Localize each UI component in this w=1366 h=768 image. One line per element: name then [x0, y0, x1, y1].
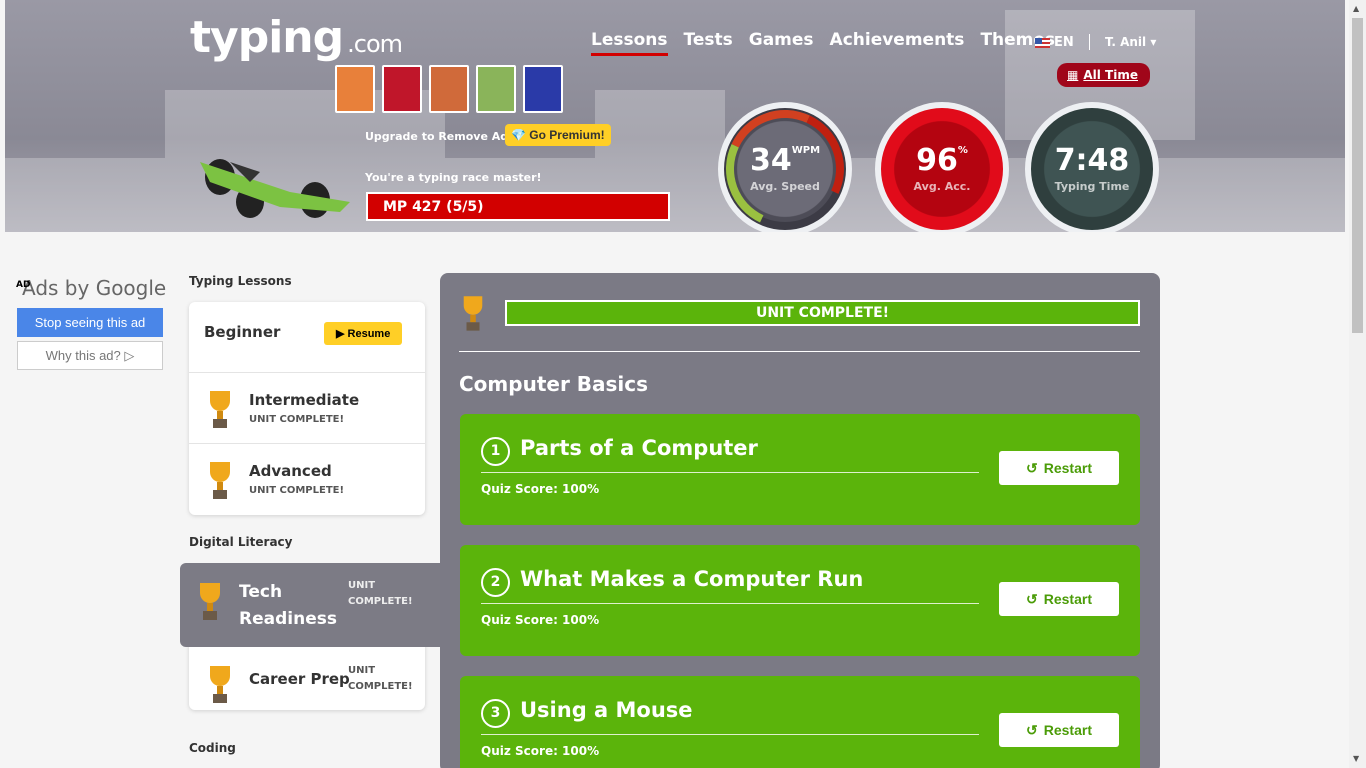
nav-tests[interactable]: Tests [684, 30, 733, 56]
typing-lessons-heading: Typing Lessons [189, 274, 292, 288]
speed-label: Avg. Speed [750, 179, 820, 193]
car-thumb-3[interactable] [429, 65, 469, 113]
advanced-item[interactable]: Advanced UNIT COMPLETE! [189, 444, 425, 515]
accuracy-gauge: 96% Avg. Acc. [875, 102, 1009, 232]
lesson-title: What Makes a Computer Run [520, 567, 864, 591]
trophy-icon [210, 666, 230, 703]
unit-title: Computer Basics [459, 372, 649, 396]
nav-games[interactable]: Games [749, 30, 814, 56]
speed-gauge: 34WPM Avg. Speed [709, 93, 861, 232]
lesson-number: 3 [481, 699, 510, 728]
lesson-title: Parts of a Computer [520, 436, 758, 460]
beginner-item[interactable]: Beginner ▶ Resume [189, 302, 425, 373]
why-ad-button[interactable]: Why this ad? ▷ [17, 341, 163, 370]
calendar-icon: ▦ [1067, 68, 1079, 82]
career-prep-item[interactable]: Career Prep UNIT COMPLETE! [189, 640, 425, 711]
user-menu[interactable]: T. Anil ▾ [1105, 35, 1156, 49]
car-thumb-4[interactable] [476, 65, 516, 113]
intermediate-item[interactable]: Intermediate UNIT COMPLETE! [189, 373, 425, 444]
trophy-icon [210, 462, 230, 499]
logo[interactable]: typing .com [190, 12, 403, 63]
history-icon: ↺ [1026, 590, 1038, 607]
car-selector [335, 65, 563, 113]
main-nav: Lessons Tests Games Achievements Themes [591, 30, 1055, 56]
digital-literacy-heading: Digital Literacy [189, 535, 293, 549]
trophy-icon [463, 296, 483, 331]
restart-button[interactable]: ↺ Restart [999, 713, 1119, 747]
coding-heading: Coding [189, 741, 236, 755]
language-selector[interactable]: EN [1035, 35, 1074, 50]
lesson-card: 3 Using a Mouse Quiz Score: 100% ↺ Restar… [460, 676, 1140, 768]
all-time-button[interactable]: ▦ All Time [1057, 63, 1150, 87]
mp-progress-bar: MP 427 (5/5) [366, 192, 670, 221]
lesson-number: 2 [481, 568, 510, 597]
nav-divider [1089, 34, 1090, 50]
page-scrollbar[interactable]: ▲ ▼ [1349, 0, 1366, 768]
car-thumb-5[interactable] [523, 65, 563, 113]
typing-lessons-card: Beginner ▶ Resume Intermediate UNIT COMP… [189, 302, 425, 515]
quiz-score: Quiz Score: 100% [481, 613, 600, 627]
history-icon: ↺ [1026, 721, 1038, 738]
restart-button[interactable]: ↺ Restart [999, 582, 1119, 616]
ad-title: Ads by Google [22, 276, 167, 300]
ad-tag: AD [16, 280, 31, 290]
trophy-icon [200, 583, 220, 620]
scroll-thumb[interactable] [1352, 18, 1363, 333]
nav-achievements[interactable]: Achievements [830, 30, 965, 56]
lesson-title: Using a Mouse [520, 698, 693, 722]
lesson-card: 2 What Makes a Computer Run Quiz Score: … [460, 545, 1140, 656]
car-thumb-2[interactable] [382, 65, 422, 113]
header: typing .com Upgrade to Remove Ads: 💎 Go P… [5, 0, 1345, 232]
car-thumb-1[interactable] [335, 65, 375, 113]
lesson-card: 1 Parts of a Computer Quiz Score: 100% ↺… [460, 414, 1140, 525]
time-label: Typing Time [1054, 179, 1130, 193]
scroll-up-icon[interactable]: ▲ [1353, 4, 1359, 13]
ad-panel: AD Ads by Google Stop seeing this ad Why… [12, 276, 170, 370]
unit-complete-banner: UNIT COMPLETE! [505, 300, 1140, 326]
lesson-number: 1 [481, 437, 510, 466]
time-value: 7:48 [1054, 142, 1130, 178]
accuracy-label: Avg. Acc. [913, 179, 971, 193]
quiz-score: Quiz Score: 100% [481, 482, 600, 496]
stop-ad-button[interactable]: Stop seeing this ad [17, 308, 163, 337]
resume-button[interactable]: ▶ Resume [324, 322, 403, 345]
scroll-down-icon[interactable]: ▼ [1353, 754, 1359, 763]
upgrade-text: Upgrade to Remove Ads: [365, 130, 520, 143]
trophy-icon [210, 391, 230, 428]
history-icon: ↺ [1026, 459, 1038, 476]
us-flag-icon [1035, 37, 1050, 48]
race-car-image [200, 159, 350, 218]
go-premium-button[interactable]: 💎 Go Premium! [505, 124, 611, 146]
time-gauge: 7:48 Typing Time [1025, 102, 1159, 232]
digital-literacy-card: Career Prep UNIT COMPLETE! [189, 640, 425, 710]
master-text: You're a typing race master! [365, 171, 542, 184]
quiz-score: Quiz Score: 100% [481, 744, 600, 758]
tech-readiness-item[interactable]: Tech Readiness UNIT COMPLETE! [180, 563, 440, 647]
unit-panel: UNIT COMPLETE! Computer Basics 1 Parts o… [440, 273, 1160, 768]
restart-button[interactable]: ↺ Restart [999, 451, 1119, 485]
nav-lessons[interactable]: Lessons [591, 30, 668, 56]
accuracy-value: 96 [916, 142, 958, 178]
